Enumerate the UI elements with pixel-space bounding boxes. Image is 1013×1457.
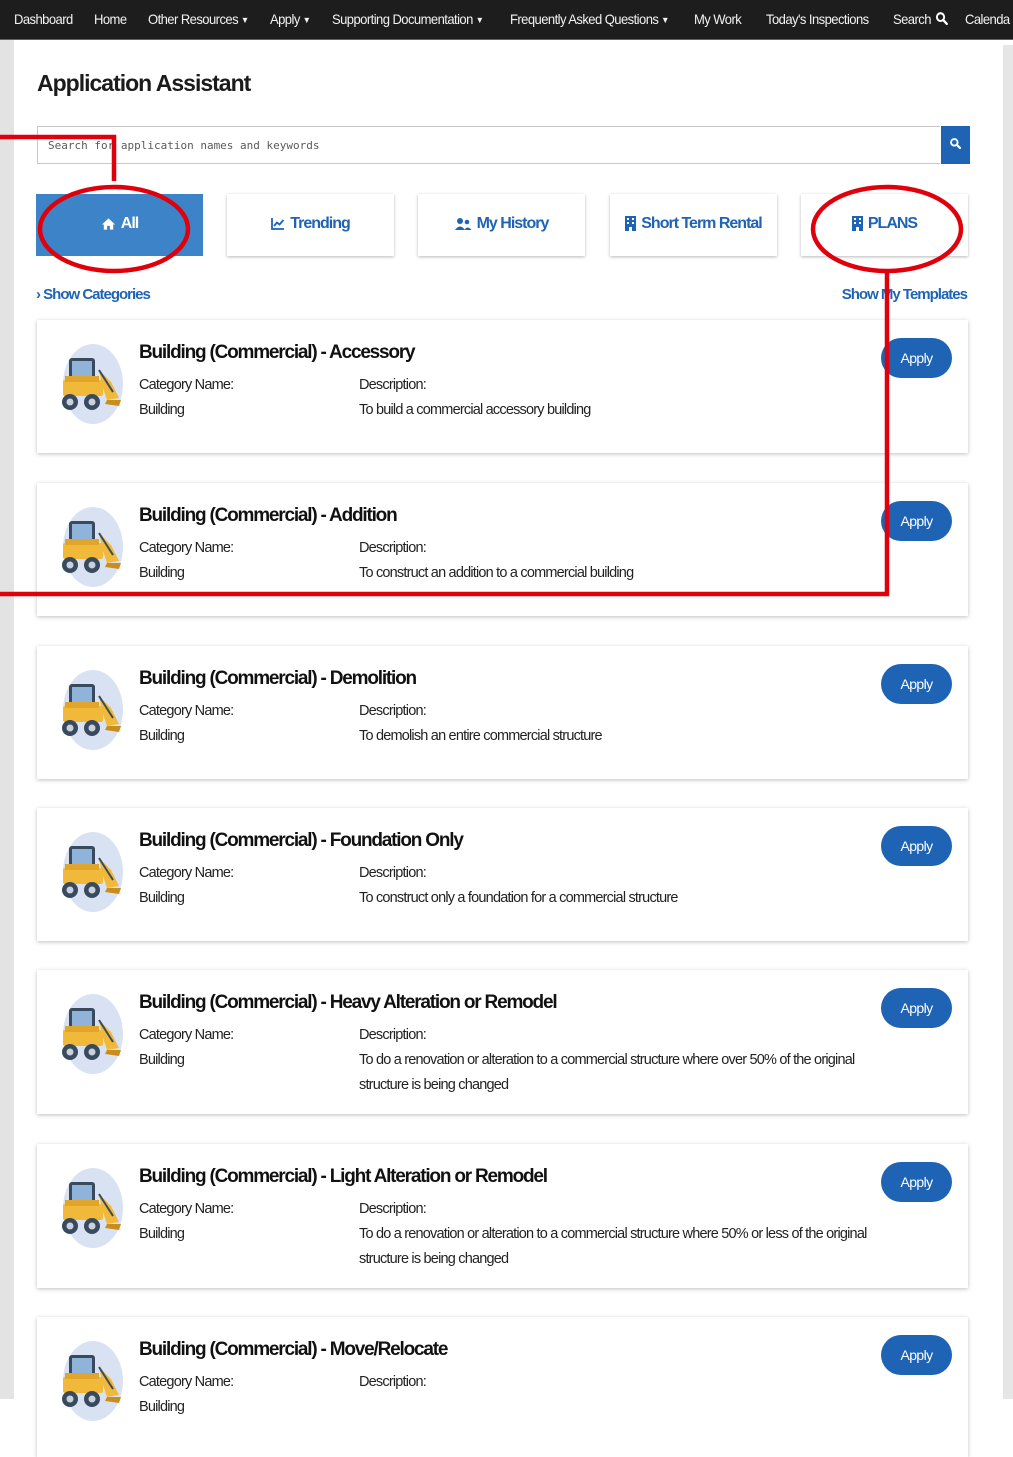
category-name-label: Category Name: <box>139 1374 234 1390</box>
description-value: To construct only a foundation for a com… <box>359 890 678 906</box>
home-icon <box>101 218 115 230</box>
category-name-label: Category Name: <box>139 703 234 719</box>
bulldozer-icon <box>53 990 123 1078</box>
application-title[interactable]: Building (Commercial) - Move/Relocate <box>139 1339 448 1361</box>
tab-label: My History <box>476 215 550 232</box>
bulldozer-icon <box>53 666 123 754</box>
description-value: To build a commercial accessory building <box>359 402 591 418</box>
show-categories-link[interactable]: › Show Categories <box>36 286 151 303</box>
show-templates-link[interactable]: Show My Templates <box>841 286 968 303</box>
apply-button[interactable]: Apply <box>881 664 952 704</box>
category-name-value: Building <box>139 565 185 581</box>
category-name-label: Category Name: <box>139 1201 234 1217</box>
bulldozer-icon <box>53 828 123 916</box>
bulldozer-icon <box>53 340 123 428</box>
apply-button[interactable]: Apply <box>881 338 952 378</box>
category-name-label: Category Name: <box>139 865 234 881</box>
description-label: Description: <box>359 377 427 393</box>
nav-apply[interactable]: Apply ▼ <box>270 0 311 40</box>
description-value: To construct an addition to a commercial… <box>359 565 634 581</box>
description-label: Description: <box>359 1374 427 1390</box>
category-name-value: Building <box>139 728 185 744</box>
category-name-value: Building <box>139 1399 185 1415</box>
bulldozer-icon <box>53 503 123 591</box>
nav-faq[interactable]: Frequently Asked Questions ▼ <box>510 0 669 40</box>
bulldozer-icon <box>53 1164 123 1252</box>
caret-down-icon: ▼ <box>475 15 484 25</box>
category-name-label: Category Name: <box>139 1027 234 1043</box>
tab-plans[interactable]: PLANS <box>801 194 968 256</box>
tab-all[interactable]: All <box>36 194 203 256</box>
nav-my-work[interactable]: My Work <box>694 0 742 40</box>
apply-button[interactable]: Apply <box>881 501 952 541</box>
description-label: Description: <box>359 1201 427 1217</box>
application-card: Building (Commercial) - Accessory Catego… <box>37 320 968 453</box>
application-card: Building (Commercial) - Foundation Only … <box>37 808 968 941</box>
nav-supporting-documentation[interactable]: Supporting Documentation ▼ <box>332 0 484 40</box>
chevron-right-icon: › <box>36 286 41 303</box>
application-title[interactable]: Building (Commercial) - Addition <box>139 505 398 527</box>
description-label: Description: <box>359 703 427 719</box>
category-name-value: Building <box>139 890 185 906</box>
tab-trending[interactable]: Trending <box>227 194 394 256</box>
application-card: Building (Commercial) - Demolition Categ… <box>37 646 968 779</box>
description-label: Description: <box>359 1027 427 1043</box>
caret-down-icon: ▼ <box>302 15 311 25</box>
application-title[interactable]: Building (Commercial) - Accessory <box>139 342 416 364</box>
nav-other-resources[interactable]: Other Resources ▼ <box>148 0 249 40</box>
application-title[interactable]: Building (Commercial) - Foundation Only <box>139 830 464 852</box>
chart-icon <box>271 218 285 231</box>
tab-label: Trending <box>290 215 351 232</box>
description-value: To do a renovation or alteration to a co… <box>359 1052 855 1093</box>
show-categories-label: Show Categories <box>43 286 151 303</box>
description-value: To do a renovation or alteration to a co… <box>359 1226 867 1267</box>
apply-button[interactable]: Apply <box>881 826 952 866</box>
users-icon <box>454 217 472 230</box>
nav-home[interactable]: Home <box>94 0 127 40</box>
category-name-label: Category Name: <box>139 377 234 393</box>
category-name-label: Category Name: <box>139 540 234 556</box>
bulldozer-icon <box>53 1337 123 1425</box>
application-card: Building (Commercial) - Move/Relocate Ca… <box>37 1317 968 1457</box>
apply-button[interactable]: Apply <box>881 988 952 1028</box>
nav-accent-line <box>0 39 1013 40</box>
tab-label: Short Term Rental <box>641 215 762 232</box>
caret-down-icon: ▼ <box>661 15 669 25</box>
search-icon <box>936 12 949 26</box>
tab-my-history[interactable]: My History <box>418 194 585 256</box>
nav-search[interactable]: Search <box>893 0 949 40</box>
application-title[interactable]: Building (Commercial) - Demolition <box>139 668 417 690</box>
application-card: Building (Commercial) - Heavy Alteration… <box>37 970 968 1114</box>
search-field[interactable] <box>37 126 940 164</box>
tab-label: PLANS <box>867 215 918 232</box>
left-gutter <box>0 0 14 1399</box>
building-icon <box>851 216 863 232</box>
nav-todays-inspections[interactable]: Today's Inspections <box>766 0 869 40</box>
top-navigation-bar: Dashboard Home Other Resources ▼ Apply ▼ S… <box>0 0 1013 40</box>
tab-label: All <box>120 215 139 232</box>
category-name-value: Building <box>139 402 185 418</box>
caret-down-icon: ▼ <box>240 15 249 25</box>
category-name-value: Building <box>139 1226 185 1242</box>
application-title[interactable]: Building (Commercial) - Light Alteration… <box>139 1166 548 1188</box>
page-title: Application Assistant <box>37 70 251 96</box>
search-icon <box>950 138 962 150</box>
apply-button[interactable]: Apply <box>881 1162 952 1202</box>
nav-dashboard[interactable]: Dashboard <box>14 0 73 40</box>
search-button[interactable] <box>941 126 970 164</box>
apply-button[interactable]: Apply <box>881 1335 952 1375</box>
description-value: To demolish an entire commercial structu… <box>359 728 603 744</box>
description-label: Description: <box>359 540 427 556</box>
tab-short-term-rental[interactable]: Short Term Rental <box>610 194 777 256</box>
nav-calendar[interactable]: Calenda <box>965 0 1010 40</box>
building-icon <box>625 216 637 232</box>
category-name-value: Building <box>139 1052 185 1068</box>
search-input[interactable] <box>38 127 940 163</box>
description-label: Description: <box>359 865 427 881</box>
application-card: Building (Commercial) - Light Alteration… <box>37 1144 968 1288</box>
scrollbar-track[interactable] <box>1003 45 1013 1399</box>
show-templates-label: Show My Templates <box>841 286 968 303</box>
application-title[interactable]: Building (Commercial) - Heavy Alteration… <box>139 992 558 1014</box>
application-card: Building (Commercial) - Addition Categor… <box>37 483 968 616</box>
